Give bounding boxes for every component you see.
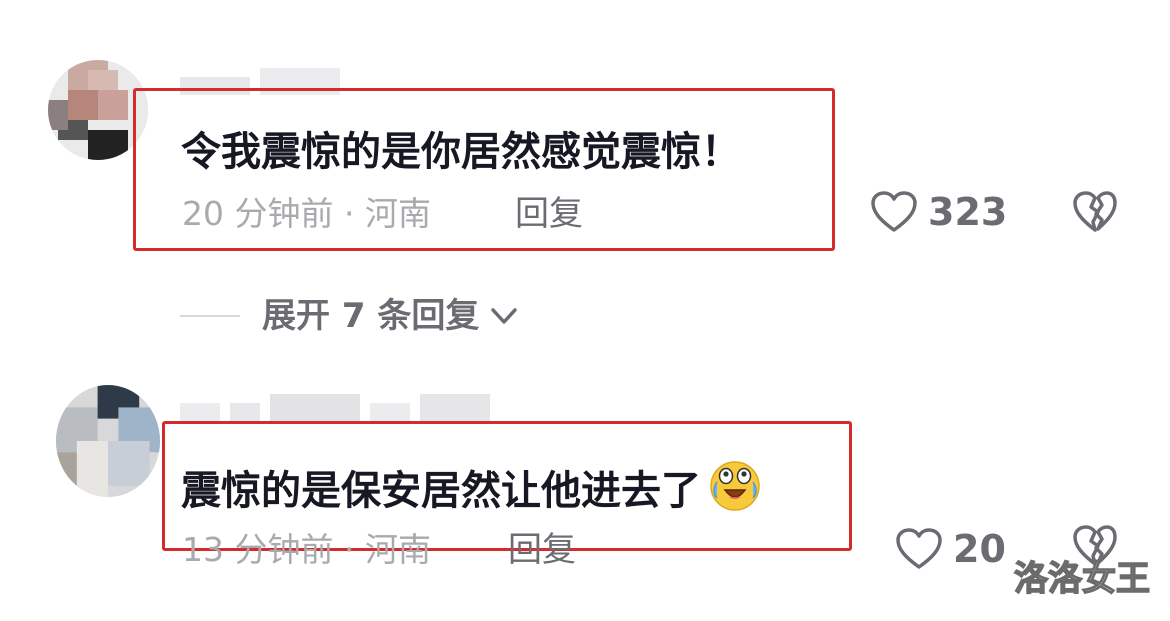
comment-text: 令我震惊的是你居然感觉震惊！ [181,129,741,175]
avatar[interactable] [56,385,160,497]
chevron-down-icon [491,308,518,324]
reply-button[interactable]: 回复 [508,530,576,570]
watermark: 洛洛女王 [1013,558,1151,600]
reply-button[interactable]: 回复 [515,194,583,234]
like-button[interactable]: 20 [895,527,1006,571]
comment-text-content: 震惊的是保安居然让他进去了 [181,468,701,514]
heart-outline-icon [871,191,917,232]
comment-meta: 13 分钟前 · 河南 [182,530,431,569]
comment-meta: 20 分钟前 · 河南 [182,194,431,233]
like-count: 323 [928,190,1008,234]
expand-replies-label: 展开 7 条回复 [262,296,480,336]
comment-text: 震惊的是保安居然让他进去了 [181,456,763,517]
crying-laughing-emoji-icon [710,461,760,511]
heart-outline-icon [896,528,942,569]
expand-replies-button[interactable]: 展开 7 条回复 [180,296,521,336]
divider-line [180,315,240,317]
like-count: 20 [953,527,1006,571]
like-button[interactable]: 323 [870,190,1007,234]
broken-heart-icon [1073,191,1117,232]
dislike-button[interactable] [1072,190,1118,234]
